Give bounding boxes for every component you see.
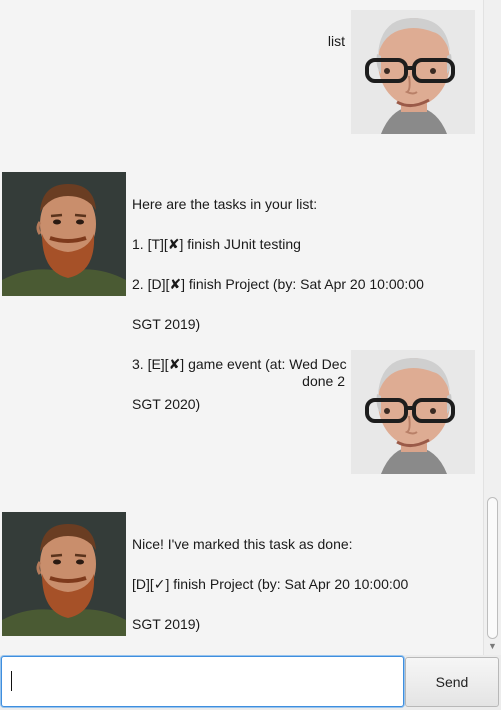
bot-avatar-icon xyxy=(2,512,126,636)
task-item: 1. [T][✘] finish JUnit testing xyxy=(132,236,301,252)
user-avatar-icon xyxy=(351,10,475,134)
message-line: list xyxy=(327,33,345,49)
bot-message: Nice! I've marked this task as done: [D]… xyxy=(0,506,483,646)
dialog-container: list Here are the tasks in your list: 1.… xyxy=(0,0,483,655)
bot-avatar-icon xyxy=(2,172,126,296)
vertical-scrollbar[interactable]: ▼ xyxy=(483,0,501,655)
send-button[interactable]: Send xyxy=(405,657,499,707)
user-message: list xyxy=(0,0,483,140)
message-text: done 2 xyxy=(45,351,345,391)
message-line: done 2 xyxy=(302,373,345,389)
scroll-thumb[interactable] xyxy=(487,497,498,639)
scroll-down-arrow-icon[interactable]: ▼ xyxy=(487,641,498,651)
input-bar: Send xyxy=(0,655,501,710)
message-text: Nice! I've marked this task as done: [D]… xyxy=(132,514,477,654)
message-text: list xyxy=(45,11,345,51)
user-avatar-icon xyxy=(351,350,475,474)
bot-message: Here are the tasks in your list: 1. [T][… xyxy=(0,166,483,412)
message-line: Nice! I've marked this task as done: xyxy=(132,536,353,552)
text-caret xyxy=(11,671,12,691)
user-message: done 2 xyxy=(0,340,483,480)
task-item-continuation: SGT 2019) xyxy=(132,616,201,632)
task-item: 2. [D][✘] finish Project (by: Sat Apr 20… xyxy=(132,276,424,292)
task-item-continuation: SGT 2019) xyxy=(132,316,201,332)
message-line: Here are the tasks in your list: xyxy=(132,196,318,212)
task-item: [D][✓] finish Project (by: Sat Apr 20 10… xyxy=(132,576,409,592)
message-input[interactable] xyxy=(1,656,404,707)
